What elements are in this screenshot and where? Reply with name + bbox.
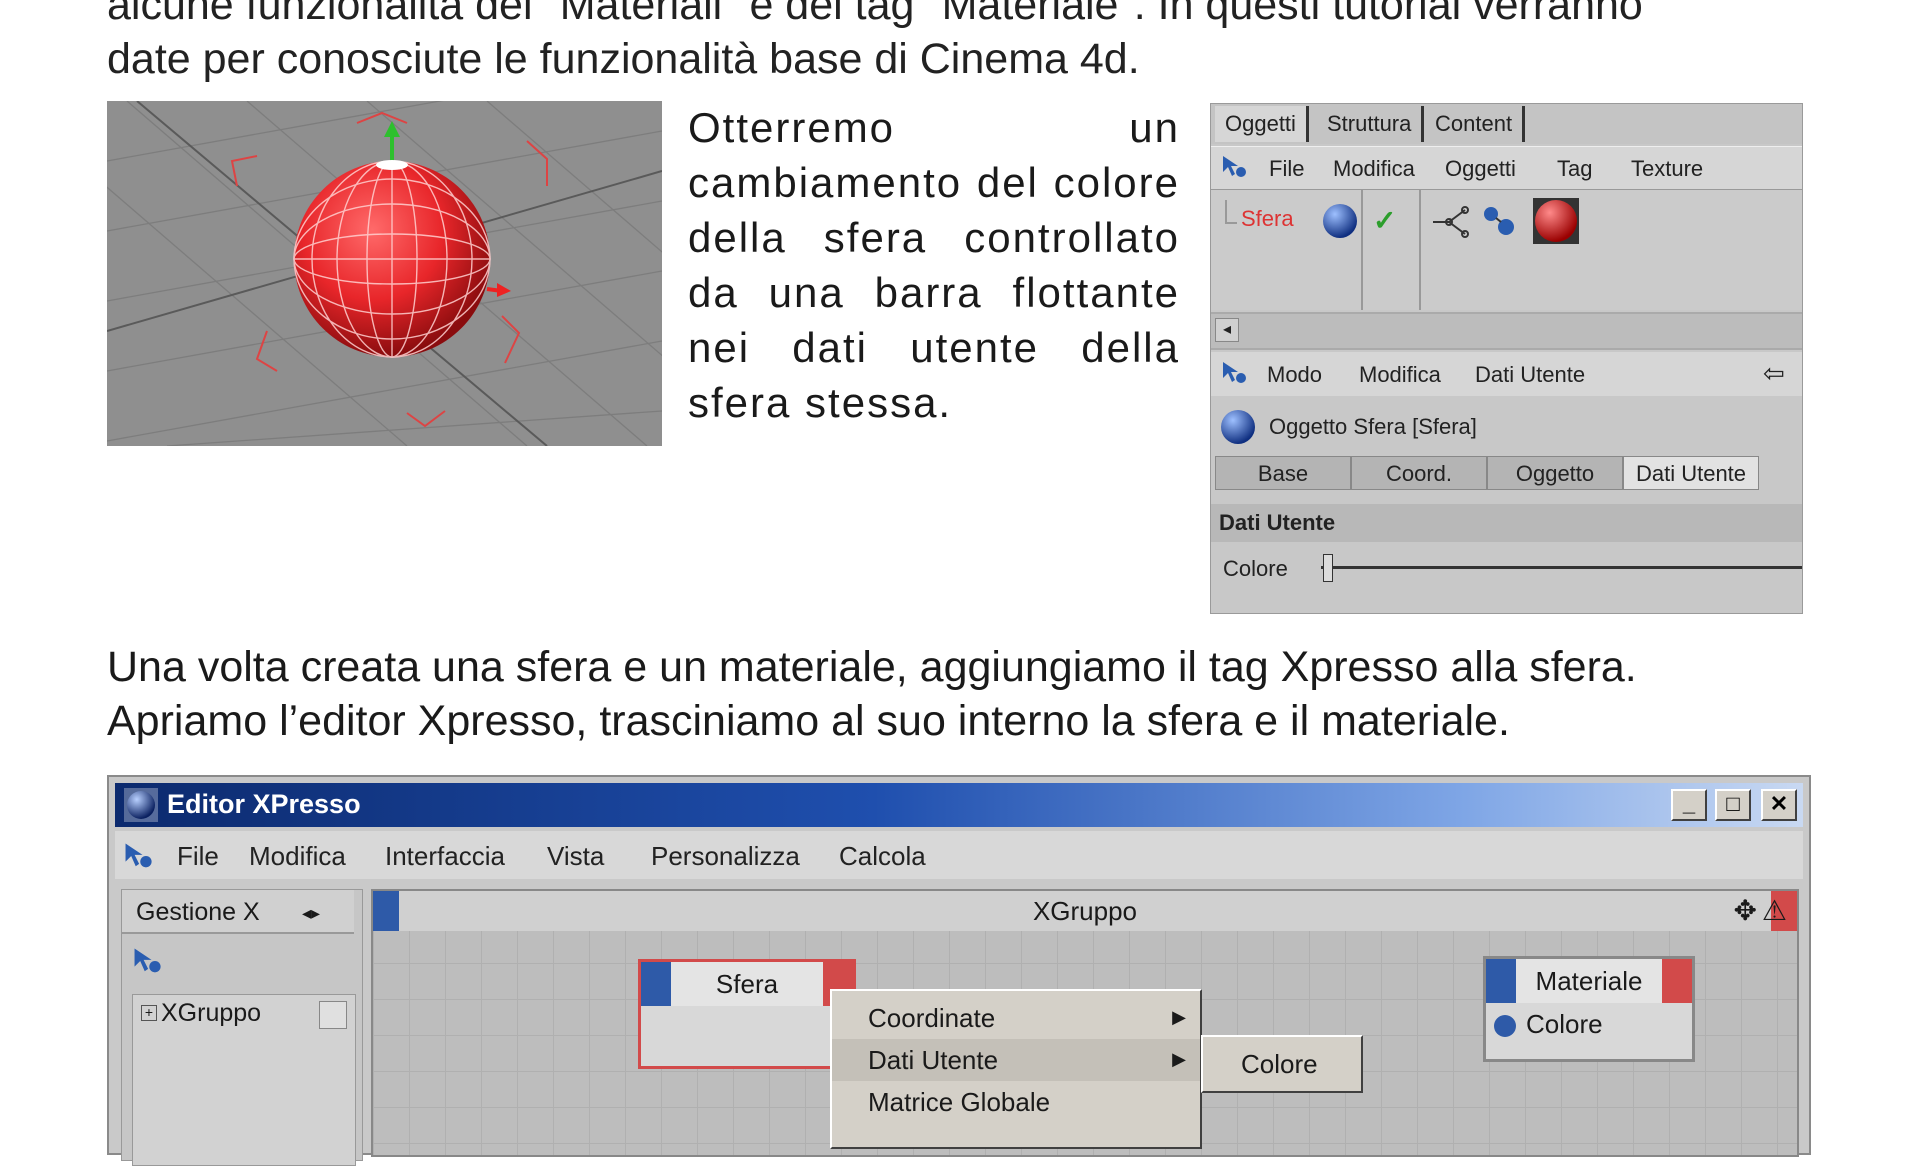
warning-icon[interactable]: ⚠	[1762, 895, 1787, 927]
xp-menu-interfaccia[interactable]: Interfaccia	[385, 841, 505, 872]
expand-icon[interactable]: +	[141, 1005, 157, 1021]
maximize-button[interactable]: □	[1715, 789, 1751, 821]
tab-base[interactable]: Base	[1215, 456, 1351, 490]
menu-texture[interactable]: Texture	[1631, 156, 1703, 182]
materiale-input-port[interactable]	[1486, 959, 1516, 1003]
canvas-title: XGruppo	[373, 891, 1797, 931]
checkmark-icon[interactable]: ✓	[1373, 204, 1396, 237]
xp-menu-modifica[interactable]: Modifica	[249, 841, 346, 872]
paragraph-2-line-1: Una volta creata una sfera e un material…	[107, 643, 1637, 691]
sfera-input-port[interactable]	[641, 962, 671, 1006]
group-title: Dati Utente	[1211, 504, 1802, 542]
description-text: Otterremo un cambiamento del colore dell…	[688, 104, 1180, 426]
tab-oggetto[interactable]: Oggetto	[1487, 456, 1623, 490]
intro-line-1: alcune funzionalità del "Materiali" e de…	[107, 0, 1643, 29]
tab-oggetti[interactable]: Oggetti	[1215, 106, 1309, 142]
menu-modo[interactable]: Modo	[1267, 362, 1322, 388]
sphere-object-icon	[1321, 202, 1359, 246]
tab-scroll-arrows-icon[interactable]: ◂▸	[302, 898, 352, 928]
object-name[interactable]: Sfera	[1241, 206, 1294, 232]
menu-modifica-attr[interactable]: Modifica	[1359, 362, 1441, 388]
colore-port-icon[interactable]	[1494, 1015, 1516, 1037]
submenu-arrow-icon: ▶	[1172, 1007, 1186, 1027]
context-menu: Coordinate ▶ Dati Utente ▶ Matrice Globa…	[830, 989, 1202, 1149]
xgroup-tree: + XGruppo	[132, 994, 356, 1166]
object-manager-menu: File Modifica Oggetti Tag Texture	[1211, 146, 1802, 191]
pane-cursor-icon[interactable]	[130, 944, 164, 983]
slider-handle[interactable]	[1323, 554, 1333, 582]
attr-cursor-icon[interactable]	[1219, 358, 1249, 394]
xpresso-cursor-icon[interactable]	[121, 839, 155, 880]
tab-coord[interactable]: Coord.	[1351, 456, 1487, 490]
xp-menu-vista[interactable]: Vista	[547, 841, 604, 872]
object-title-row: Oggetto Sfera [Sfera]	[1211, 402, 1802, 450]
horizontal-scrollbar[interactable]: ◂	[1211, 312, 1802, 350]
minimize-button[interactable]: _	[1671, 789, 1707, 821]
close-button[interactable]: ✕	[1761, 789, 1797, 821]
materiale-output-port[interactable]	[1662, 959, 1692, 1003]
submenu-item-colore[interactable]: Colore	[1203, 1043, 1361, 1085]
xpresso-title: Editor XPresso	[167, 789, 361, 819]
tree-line	[1225, 200, 1237, 224]
xp-menu-file[interactable]: File	[177, 841, 219, 872]
column-divider	[1361, 190, 1363, 310]
slider-track[interactable]	[1321, 566, 1802, 569]
ctx-item-matrice-globale[interactable]: Matrice Globale	[832, 1081, 1200, 1123]
node-materiale[interactable]: Materiale Colore	[1483, 956, 1695, 1062]
tab-struttura[interactable]: Struttura	[1317, 106, 1425, 142]
manager-cursor-icon[interactable]	[1219, 152, 1249, 188]
paragraph-2: Una volta creata una sfera e un material…	[107, 640, 1827, 748]
sphere-render	[107, 101, 662, 446]
xp-menu-personalizza[interactable]: Personalizza	[651, 841, 800, 872]
attribute-tabs: Base Coord. Oggetto Dati Utente	[1215, 456, 1760, 492]
viewport-image	[107, 101, 662, 446]
xpresso-node-canvas[interactable]: XGruppo ✥ ⚠ Sfera Materiale Colore Coord…	[371, 889, 1799, 1157]
submenu: Colore	[1201, 1035, 1363, 1093]
back-arrow-icon[interactable]: ⇦	[1763, 358, 1785, 389]
xgroup-manager-pane: Gestione X ◂▸ + XGruppo	[121, 889, 363, 1166]
materiale-port-colore: Colore	[1526, 1009, 1603, 1039]
paragraph-2-line-2: Apriamo l’editor Xpresso, trasciniamo al…	[107, 697, 1510, 745]
xpresso-app-icon	[123, 787, 159, 828]
tree-item-xgruppo[interactable]: XGruppo	[161, 999, 261, 1028]
move-icon[interactable]: ✥	[1734, 895, 1757, 927]
object-list: Sfera ✓	[1211, 190, 1802, 310]
canvas-input-port[interactable]	[373, 891, 399, 931]
tab-dati-utente[interactable]: Dati Utente	[1623, 456, 1759, 490]
tab-content[interactable]: Content	[1425, 106, 1526, 142]
menu-tag[interactable]: Tag	[1557, 156, 1592, 182]
menu-dati-utente[interactable]: Dati Utente	[1475, 362, 1585, 388]
xp-menu-calcola[interactable]: Calcola	[839, 841, 926, 872]
xpresso-editor-window: Editor XPresso _ □ ✕ File Modifica Inter…	[107, 775, 1811, 1166]
colore-slider-row: Colore	[1211, 548, 1802, 588]
xpresso-titlebar[interactable]: Editor XPresso _ □ ✕	[115, 783, 1803, 827]
ctx-item-coordinate[interactable]: Coordinate	[832, 997, 1200, 1039]
node-visibility-icon[interactable]	[319, 1001, 347, 1029]
node-sfera-title: Sfera	[641, 962, 853, 1006]
object-title: Oggetto Sfera [Sfera]	[1269, 414, 1477, 439]
menu-modifica[interactable]: Modifica	[1333, 156, 1415, 182]
xpresso-tag-icon[interactable]	[1429, 204, 1471, 246]
submenu-arrow-icon-2: ▶	[1172, 1049, 1186, 1069]
node-sfera[interactable]: Sfera	[638, 959, 856, 1069]
material-tag-icon[interactable]	[1531, 196, 1581, 252]
attribute-manager-menu: Modo Modifica Dati Utente ⇦	[1211, 352, 1802, 396]
menu-oggetti[interactable]: Oggetti	[1445, 156, 1516, 182]
object-manager-panel: Oggetti Struttura Content File Modifica …	[1210, 103, 1803, 614]
intro-line-2: date per conosciute le funzionalità base…	[107, 35, 1140, 83]
xpresso-menu: File Modifica Interfaccia Vista Personal…	[115, 831, 1803, 879]
sphere-title-icon	[1219, 408, 1257, 452]
column-divider-2	[1419, 190, 1421, 310]
ctx-item-dati-utente[interactable]: Dati Utente	[832, 1039, 1200, 1081]
tag-icon[interactable]	[1479, 202, 1519, 246]
intro-text: alcune funzionalità del "Materiali" e de…	[107, 0, 1807, 86]
slider-label: Colore	[1223, 556, 1288, 581]
menu-file[interactable]: File	[1269, 156, 1304, 182]
panel-tabs: Oggetti Struttura Content	[1211, 104, 1802, 144]
scroll-left-icon[interactable]: ◂	[1215, 318, 1239, 342]
